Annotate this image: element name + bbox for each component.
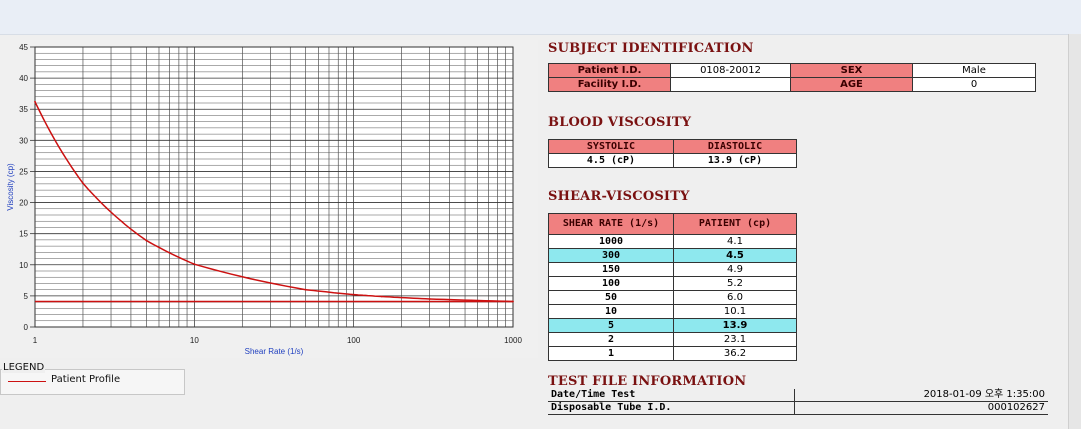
patient-cp-cell: 6.0	[673, 290, 797, 305]
x-tick-label: 1	[33, 336, 38, 345]
plot-area	[34, 46, 514, 328]
patient-cp-cell: 13.9	[673, 318, 797, 333]
table-row: 50 6.0	[548, 290, 797, 305]
disposable-tube-value: 000102627	[794, 401, 1048, 415]
y-tick-label: 10	[19, 261, 28, 270]
x-axis-label: Shear Rate (1/s)	[245, 347, 304, 356]
diastolic-label: DIASTOLIC	[673, 139, 797, 154]
vertical-scrollbar[interactable]	[1068, 34, 1081, 429]
facility-id-label: Facility I.D.	[548, 77, 671, 92]
sex-label: SEX	[790, 63, 913, 78]
age-value: 0	[912, 77, 1036, 92]
patient-cp-cell: 23.1	[673, 332, 797, 347]
y-tick-label: 0	[24, 323, 29, 332]
shear-rate-cell: 100	[548, 276, 674, 291]
sex-value: Male	[912, 63, 1036, 78]
blood-viscosity-title: BLOOD VISCOSITY	[548, 115, 692, 130]
patient-id-label: Patient I.D.	[548, 63, 671, 78]
series-point	[512, 300, 514, 303]
shear-rate-cell: 150	[548, 262, 674, 277]
shear-rate-cell: 10	[548, 304, 674, 319]
shear-rate-cell: 5	[548, 318, 674, 333]
y-axis-label: Viscosity (cp)	[6, 163, 15, 211]
shear-viscosity-title: SHEAR-VISCOSITY	[548, 189, 690, 204]
date-time-value: 2018-01-09 오후 1:35:00	[794, 389, 1048, 402]
x-tick-label: 10	[190, 336, 199, 345]
patient-id-value: 0108-20012	[670, 63, 791, 78]
shear-rate-cell: 50	[548, 290, 674, 305]
top-bar	[0, 0, 1081, 35]
y-tick-label: 20	[19, 199, 28, 208]
subject-table: Patient I.D. 0108-20012 SEX Male Facilit…	[548, 63, 1036, 92]
systolic-label: SYSTOLIC	[548, 139, 674, 154]
patient-cp-cell: 5.2	[673, 276, 797, 291]
blood-viscosity-table: SYSTOLIC DIASTOLIC 4.5 (cP) 13.9 (cP)	[548, 139, 797, 168]
patient-cp-cell: 10.1	[673, 304, 797, 319]
disposable-tube-label: Disposable Tube I.D.	[548, 401, 795, 415]
series-point	[380, 295, 383, 298]
patient-cp-cell: 36.2	[673, 346, 797, 361]
shear-rate-header: SHEAR RATE (1/s)	[548, 213, 674, 235]
series-point	[145, 239, 148, 242]
y-tick-label: 5	[24, 292, 29, 301]
test-file-information-title: TEST FILE INFORMATION	[548, 374, 747, 389]
table-row: 5 13.9	[548, 318, 797, 333]
age-label: AGE	[790, 77, 913, 92]
table-row: 1 36.2	[548, 346, 797, 361]
y-tick-label: 30	[19, 136, 28, 145]
patient-cp-cell: 4.5	[673, 248, 797, 263]
viscosity-chart: 0 5 10 15 20 25 30 35 40 45 1 10 100 1000 Shear Rate (…	[0, 40, 538, 358]
series-point	[34, 100, 36, 103]
legend-title: LEGEND	[2, 362, 46, 373]
x-tick-label: 1000	[504, 336, 522, 345]
shear-rate-cell: 300	[548, 248, 674, 263]
subject-identification-title: SUBJECT IDENTIFICATION	[548, 41, 754, 56]
y-tick-label: 25	[19, 167, 28, 176]
series-point	[304, 288, 307, 291]
y-tick-label: 35	[19, 105, 28, 114]
shear-rate-cell: 2	[548, 332, 674, 347]
y-tick-label: 40	[19, 74, 28, 83]
shear-rate-cell: 1000	[548, 234, 674, 249]
patient-cp-cell: 4.9	[673, 262, 797, 277]
y-tick-label: 45	[19, 43, 28, 52]
table-row: 150 4.9	[548, 262, 797, 277]
series-point	[428, 298, 431, 300]
date-time-label: Date/Time Test	[548, 389, 795, 402]
x-tick-label: 100	[347, 336, 361, 345]
shear-viscosity-table: SHEAR RATE (1/s) PATIENT (cp) 1000 4.1 300…	[548, 213, 797, 361]
test-file-table: Date/Time Test 2018-01-09 오후 1:35:00 Dis…	[548, 389, 1048, 415]
y-tick-label: 15	[19, 230, 28, 239]
systolic-value: 4.5 (cP)	[548, 153, 674, 168]
shear-table-body: 1000 4.1 300 4.5 150 4.9 100 5.2 50 6.0 10 10.1 5 13.…	[548, 234, 797, 361]
table-row: 2 23.1	[548, 332, 797, 347]
patient-cp-header: PATIENT (cp)	[673, 213, 797, 235]
legend-line-swatch	[8, 381, 46, 382]
shear-rate-cell: 1	[548, 346, 674, 361]
table-row: 100 5.2	[548, 276, 797, 291]
viscosity-chart-svg: 0 5 10 15 20 25 30 35 40 45 1 10 100 1000 Shear Rate (…	[6, 43, 522, 356]
series-point	[193, 263, 196, 266]
table-row: 300 4.5	[548, 248, 797, 263]
table-row: 1000 4.1	[548, 234, 797, 249]
series-point	[352, 293, 355, 296]
table-row: 10 10.1	[548, 304, 797, 319]
facility-id-value	[670, 77, 791, 92]
legend-entry-label: Patient Profile	[51, 374, 121, 385]
patient-cp-cell: 4.1	[673, 234, 797, 249]
series-point	[82, 182, 84, 185]
diastolic-value: 13.9 (cP)	[673, 153, 797, 168]
